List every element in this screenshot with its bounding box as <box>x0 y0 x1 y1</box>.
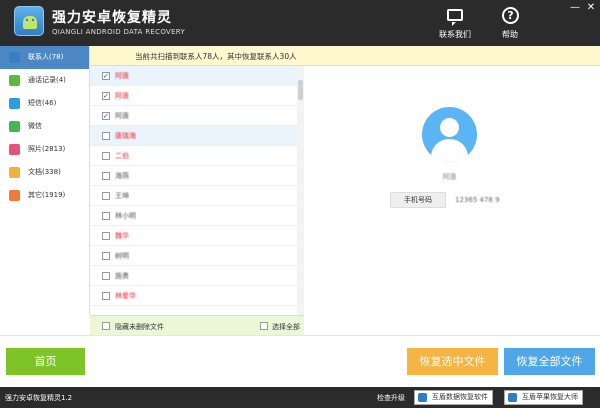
sidebar-item-photos[interactable]: 照片(2813) <box>0 138 89 161</box>
sidebar-item-label: 联系人(78) <box>28 53 64 61</box>
sidebar-item-label: 其它(1919) <box>28 191 66 199</box>
phone-icon <box>9 75 20 86</box>
contact-checkbox[interactable] <box>102 192 110 200</box>
contact-name: 林爱华 <box>115 292 136 300</box>
sidebar-item-wechat[interactable]: 微信 <box>0 115 89 138</box>
home-button[interactable]: 首页 <box>6 348 85 375</box>
message-icon <box>9 98 20 109</box>
shield-icon <box>508 393 517 402</box>
data-recovery-label: 互盾数据恢复软件 <box>432 393 488 401</box>
contact-name: 王坤 <box>115 192 129 200</box>
avatar-icon <box>422 107 477 162</box>
phone-field-value: 12365 478 9 <box>455 196 500 204</box>
sidebar-item-label: 通话记录(4) <box>28 76 66 84</box>
minimize-button[interactable]: — <box>569 2 581 13</box>
contact-checkbox[interactable] <box>102 132 110 140</box>
contact-name: 阿唐 <box>115 72 129 80</box>
sidebar-item-sms[interactable]: 短信(46) <box>0 92 89 115</box>
recover-selected-button[interactable]: 恢复选中文件 <box>407 348 498 375</box>
category-sidebar: 联系人(78) 通话记录(4) 短信(46) 微信 照片(2813) 文档(33… <box>0 46 90 315</box>
question-mark-icon: ? <box>502 7 519 24</box>
app-subtitle: QIANGLI ANDROID DATA RECOVERY <box>52 28 186 36</box>
android-logo-icon <box>14 6 44 36</box>
contact-name: 阿唐 <box>115 112 129 120</box>
contact-row[interactable]: 魏华 <box>90 226 303 246</box>
contact-row[interactable]: ✓ 阿唐 <box>90 86 303 106</box>
contact-row[interactable]: ✓ 阿唐 <box>90 66 303 86</box>
close-button[interactable]: ✕ <box>585 2 597 13</box>
document-icon <box>9 167 20 178</box>
contact-row[interactable]: 二伯 <box>90 146 303 166</box>
contact-row[interactable]: 海燕 <box>90 166 303 186</box>
contact-detail-panel: 阿唐 手机号码 12365 478 9 <box>305 66 600 335</box>
contact-us-button[interactable]: 联系我们 <box>435 7 475 41</box>
status-bar: 强力安卓恢复精灵1.2 检查升级 互盾数据恢复软件 互盾苹果恢复大师 <box>0 387 600 408</box>
sidebar-item-other[interactable]: 其它(1919) <box>0 184 89 207</box>
contact-checkbox[interactable]: ✓ <box>102 72 110 80</box>
contacts-icon <box>9 52 20 63</box>
contact-row[interactable]: 林小明 <box>90 206 303 226</box>
check-update-link[interactable]: 检查升级 <box>377 393 405 403</box>
other-icon <box>9 190 20 201</box>
sidebar-item-label: 微信 <box>28 122 42 130</box>
contact-name: 二伯 <box>115 152 129 160</box>
contact-row[interactable]: 林爱华 <box>90 286 303 306</box>
contact-row[interactable]: 王坤 <box>90 186 303 206</box>
phone-field-label: 手机号码 <box>390 192 446 208</box>
select-all-label: 选择全部 <box>272 323 300 331</box>
contact-name: 阿唐 <box>115 92 129 100</box>
version-label: 强力安卓恢复精灵1.2 <box>5 394 73 402</box>
app-title: 强力安卓恢复精灵 <box>52 10 172 26</box>
data-recovery-link[interactable]: 互盾数据恢复软件 <box>414 390 493 405</box>
contact-name: 魏华 <box>115 232 129 240</box>
contact-checkbox[interactable] <box>102 212 110 220</box>
contact-checkbox[interactable] <box>102 232 110 240</box>
select-all-checkbox[interactable] <box>260 322 268 330</box>
contact-row[interactable]: 施勇 <box>90 266 303 286</box>
list-scrollbar[interactable] <box>297 66 304 315</box>
contact-checkbox[interactable]: ✓ <box>102 112 110 120</box>
contact-checkbox[interactable]: ✓ <box>102 92 110 100</box>
contact-row[interactable]: 唐瑞海 <box>90 126 303 146</box>
sidebar-item-label: 照片(2813) <box>28 145 66 153</box>
contact-checkbox[interactable] <box>102 172 110 180</box>
contact-row[interactable]: 树明 <box>90 246 303 266</box>
contact-checkbox[interactable] <box>102 252 110 260</box>
detail-contact-name: 阿唐 <box>442 173 457 181</box>
sidebar-item-calls[interactable]: 通话记录(4) <box>0 69 89 92</box>
contact-name: 施勇 <box>115 272 129 280</box>
shield-icon <box>418 393 427 402</box>
scan-summary-bar: 当前共扫描到联系人78人，其中恢复联系人30人 <box>90 46 600 66</box>
photo-icon <box>9 144 20 155</box>
sidebar-item-contacts[interactable]: 联系人(78) <box>0 46 89 69</box>
contact-us-label: 联系我们 <box>439 30 471 39</box>
scan-summary-text: 当前共扫描到联系人78人，其中恢复联系人30人 <box>135 52 297 61</box>
contact-row[interactable]: ✓ 阿唐 <box>90 106 303 126</box>
sidebar-item-label: 文档(338) <box>28 168 61 176</box>
contact-list: ✓ 阿唐 ✓ 阿唐 ✓ 阿唐唐瑞海二伯海燕王坤林小明魏华树明施勇林爱华 <box>90 66 304 315</box>
scroll-thumb[interactable] <box>298 80 303 100</box>
hide-undeleted-checkbox[interactable] <box>102 322 110 330</box>
contact-name: 唐瑞海 <box>115 132 136 140</box>
sidebar-item-documents[interactable]: 文档(338) <box>0 161 89 184</box>
title-bar: 强力安卓恢复精灵 QIANGLI ANDROID DATA RECOVERY 联… <box>0 0 600 46</box>
iphone-recovery-link[interactable]: 互盾苹果恢复大师 <box>504 390 583 405</box>
contact-checkbox[interactable] <box>102 292 110 300</box>
contact-name: 林小明 <box>115 212 136 220</box>
list-footer: 隐藏未删除文件 选择全部 <box>90 315 304 335</box>
iphone-recovery-label: 互盾苹果恢复大师 <box>522 393 578 401</box>
help-label: 帮助 <box>502 30 518 39</box>
chat-bubble-icon <box>447 9 463 26</box>
sidebar-item-label: 短信(46) <box>28 99 57 107</box>
contact-checkbox[interactable] <box>102 152 110 160</box>
contact-name: 海燕 <box>115 172 129 180</box>
wechat-icon <box>9 121 20 132</box>
recover-all-button[interactable]: 恢复全部文件 <box>504 348 595 375</box>
contact-checkbox[interactable] <box>102 272 110 280</box>
help-button[interactable]: ? 帮助 <box>490 7 530 41</box>
contact-name: 树明 <box>115 252 129 260</box>
hide-undeleted-label: 隐藏未删除文件 <box>115 323 164 331</box>
action-bar: 首页 恢复选中文件 恢复全部文件 <box>0 335 600 387</box>
